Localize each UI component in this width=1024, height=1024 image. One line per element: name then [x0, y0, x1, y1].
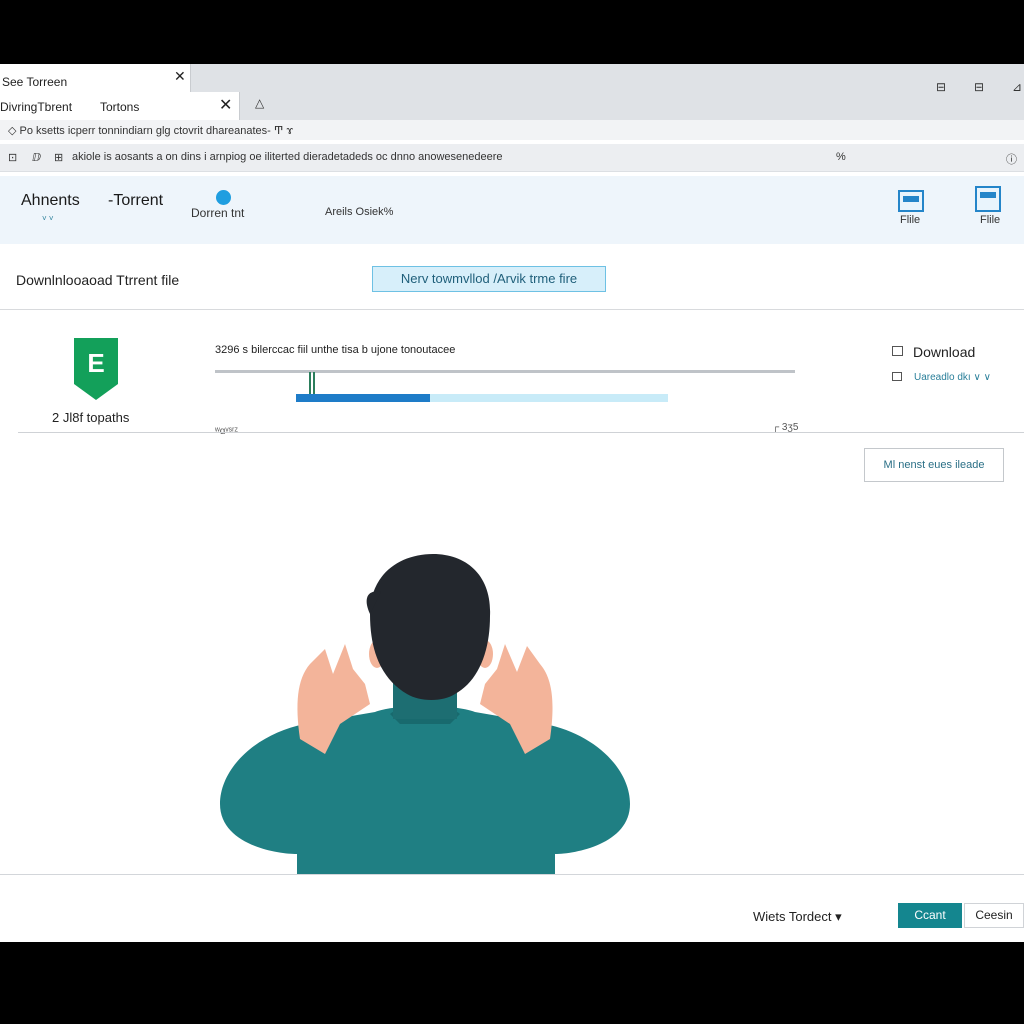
file-button-label[interactable]: Flile — [900, 214, 920, 226]
shield-icon: E — [74, 338, 118, 400]
row-divider — [18, 432, 1024, 433]
info-icon[interactable]: ⓘ — [1006, 151, 1017, 167]
app-brand[interactable]: Ahnents — [21, 192, 80, 210]
new-download-button[interactable]: Nerv towmvllod /Arvik trme fire — [372, 266, 606, 292]
tab-divring[interactable]: DivringTbrent Tortons ✕ — [0, 92, 240, 120]
tab-label: DivringTbrent — [0, 100, 73, 114]
cancel-button[interactable]: Ceesin — [964, 903, 1024, 928]
torrent-select[interactable]: Wiets Tordect ▾ — [753, 909, 842, 925]
progress-fill — [296, 394, 430, 402]
header-info-text: Areils Osiek% — [325, 206, 394, 218]
download-link-label: Uareadlo dkı ∨ ∨ — [914, 372, 991, 383]
hair-shape — [370, 554, 491, 700]
secondary-button[interactable]: Ml nenst eues ileade — [864, 448, 1004, 482]
shield-letter: E — [87, 348, 104, 378]
torrent-count: 2 Jl8f topaths — [52, 410, 130, 425]
progress-bar — [296, 394, 668, 402]
track-line — [215, 370, 795, 373]
back-icon[interactable]: ⊡ — [8, 151, 17, 164]
download-options-link[interactable]: Uareadlo dkı ∨ ∨ — [892, 372, 991, 383]
download-button[interactable]: Download — [892, 344, 975, 360]
tab-label: See Torreen — [2, 75, 68, 89]
zoom-icon[interactable]: % — [836, 151, 846, 163]
minimize-icon[interactable]: ⊟ — [936, 80, 946, 94]
download-label: Download — [913, 344, 976, 360]
brand-chevron-icon[interactable]: ˅ ˅ — [42, 214, 54, 223]
torrent-description: 3296 s bilerccac fiil unthe tisa b ujone… — [215, 344, 456, 356]
address-bar: ⊡ ⅅ ⊞ akiole is aosants a on dins i arnp… — [0, 144, 1024, 172]
app-header: Ahnents ˅ ˅ -Torrent Dorren tnt Areils O… — [0, 176, 1024, 244]
torrent-nav-label[interactable]: -Torrent — [108, 192, 163, 210]
info-bar-text: ◇ Po ksetts icperr tonnindiarn ɡlg ctovr… — [8, 125, 294, 137]
confirm-button[interactable]: Ccant — [898, 903, 962, 928]
file-button-label-2[interactable]: Flile — [980, 214, 1000, 226]
options-icon — [892, 372, 902, 381]
url-field[interactable]: akiole is aosants a on dins i arnpiog oe… — [72, 151, 503, 163]
tab-bar: See Torreen ✕ DivringTbrent Tortons ✕ △ … — [0, 64, 1024, 120]
close-tab-icon[interactable]: ✕ — [219, 95, 232, 115]
maximize-icon[interactable]: ⊟ — [974, 80, 984, 94]
file-list-icon[interactable] — [975, 186, 1001, 212]
resize-icon[interactable]: ⊿ — [1012, 80, 1022, 94]
download-header: Downlnlooaoad Ttrrent file Nerv towmvllo… — [0, 244, 1024, 310]
status-label: Dorren tnt — [191, 206, 245, 220]
new-tab-icon[interactable]: △ — [255, 96, 264, 110]
tab-label-secondary: Tortons — [100, 100, 140, 114]
page-icon[interactable]: ⊞ — [54, 151, 63, 164]
download-icon — [892, 346, 903, 356]
browser-window: See Torreen ✕ DivringTbrent Tortons ✕ △ … — [0, 64, 1024, 942]
info-bar: ◇ Po ksetts icperr tonnindiarn ɡlg ctovr… — [0, 120, 1024, 140]
close-tab-icon[interactable]: ✕ — [174, 68, 186, 85]
footer-bar: Wiets Tordect ▾ Ccant Ceesin — [0, 874, 1024, 942]
file-icon[interactable] — [898, 190, 924, 212]
tab-see-torreen[interactable]: See Torreen ✕ — [0, 64, 191, 92]
status-dot-icon — [216, 190, 231, 205]
forward-icon[interactable]: ⅅ — [32, 151, 41, 164]
page-title: Downlnlooaoad Ttrrent file — [16, 272, 180, 288]
